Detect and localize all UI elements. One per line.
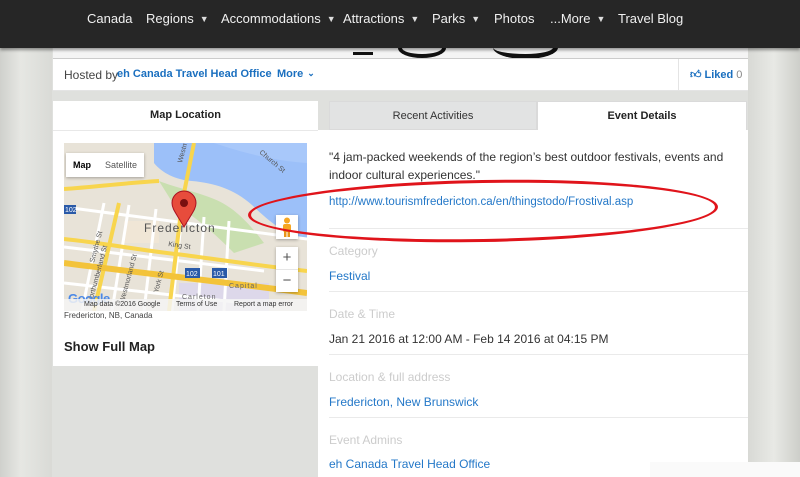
map-city-label: Fredericton (144, 221, 216, 235)
map-type-toggle: Map Satellite (66, 153, 145, 177)
nav-label: Travel Blog (618, 11, 684, 26)
terms-of-use-link[interactable]: Terms of Use (176, 301, 217, 308)
divider (678, 59, 679, 90)
map-view[interactable]: 102 102 101 Fredericton Westmorland St S… (64, 143, 307, 311)
location-value[interactable]: Fredericton, New Brunswick (329, 395, 478, 409)
zoom-out-button[interactable]: − (276, 270, 298, 292)
hosted-by-label: Hosted by (64, 68, 119, 82)
liked-label: Liked (704, 69, 734, 81)
nav-item-photos[interactable]: Photos (494, 0, 534, 38)
chevron-down-icon: ▼ (596, 14, 606, 24)
street-view-pegman-icon[interactable] (276, 215, 298, 239)
more-button[interactable]: More ⌄ (277, 68, 315, 80)
date-time-label: Date & Time (329, 307, 396, 321)
route-label: 101 (213, 271, 225, 278)
date-time-value: Jan 21 2016 at 12:00 AM - Feb 14 2016 at… (329, 332, 609, 346)
category-value[interactable]: Festival (329, 269, 370, 283)
divider (329, 228, 748, 229)
host-link[interactable]: eh Canada Travel Head Office (117, 68, 272, 80)
divider (329, 291, 748, 292)
tab-recent-activities[interactable]: Recent Activities (329, 101, 537, 130)
zoom-in-button[interactable]: + (276, 247, 298, 270)
nav-item-travel-blog[interactable]: Travel Blog (618, 0, 683, 38)
route-label: 102 (186, 271, 198, 278)
event-cover-image (53, 48, 748, 59)
chevron-down-icon: ▼ (326, 14, 336, 24)
map-attribution: Map data ©2016 Google Terms of Use Repor… (64, 299, 307, 311)
event-website-link[interactable]: http://www.tourismfredericton.ca/en/thin… (329, 196, 633, 208)
host-bar: Hosted by eh Canada Travel Head Office M… (53, 59, 748, 91)
nav-label: Attractions (343, 11, 405, 26)
event-details-panel: "4 jam-packed weekends of the region’s b… (318, 130, 748, 477)
tab-event-details[interactable]: Event Details (537, 101, 747, 130)
location-label: Location & full address (329, 370, 451, 384)
map-caption: Fredericton, NB, Canada (64, 311, 153, 320)
show-full-map-link[interactable]: Show Full Map (64, 339, 155, 354)
chevron-down-icon: ⌄ (307, 68, 315, 78)
event-description: "4 jam-packed weekends of the region’s b… (329, 150, 724, 182)
zoom-controls: + − (276, 247, 298, 292)
map-data-credit: Map data ©2016 Google (84, 301, 161, 308)
nav-label: Accommodations (221, 11, 321, 26)
liked-count: 0 (736, 69, 743, 81)
street-label: Capital (229, 283, 258, 290)
category-label: Category (329, 244, 378, 258)
page-background-right (748, 48, 800, 477)
map-location-heading: Map Location (53, 101, 318, 131)
event-admin-link[interactable]: eh Canada Travel Head Office (329, 457, 490, 471)
nav-label: Canada (87, 11, 133, 26)
event-admins-label: Event Admins (329, 433, 403, 447)
divider (329, 417, 748, 418)
thumbs-up-icon: 👍︎ (690, 69, 702, 81)
map-type-map-button[interactable]: Map (66, 153, 98, 177)
nav-item-attractions[interactable]: Attractions ▼ (343, 0, 419, 38)
nav-item-canada[interactable]: Canada (87, 0, 133, 38)
chevron-down-icon: ▼ (471, 14, 481, 24)
nav-item-parks[interactable]: Parks ▼ (432, 0, 480, 38)
nav-item-regions[interactable]: Regions ▼ (146, 0, 209, 38)
nav-label: Photos (494, 11, 535, 26)
nav-label: Parks (432, 11, 466, 26)
more-label: More (277, 68, 304, 80)
route-label: 102 (65, 207, 77, 214)
liked-button[interactable]: 👍︎ Liked 0 (690, 68, 742, 81)
report-map-error-link[interactable]: Report a map error (234, 301, 293, 308)
page-background-left (0, 48, 52, 477)
nav-label: ...More (550, 11, 591, 26)
page-corner (650, 462, 800, 477)
pegman-icon (283, 217, 291, 237)
map-location-panel: Map Location 102 102 101 Fredericton Smy… (53, 101, 318, 366)
nav-item-accommodations[interactable]: Accommodations ▼ (221, 0, 336, 38)
chevron-down-icon: ▼ (199, 14, 209, 24)
map-type-satellite-button[interactable]: Satellite (98, 153, 144, 177)
divider (329, 354, 748, 355)
nav-item-more[interactable]: ...More ▼ (550, 0, 605, 38)
nav-label: Regions (146, 11, 194, 26)
chevron-down-icon: ▼ (410, 14, 420, 24)
top-navigation: Canada Regions ▼ Accommodations ▼ Attracti… (0, 0, 800, 48)
